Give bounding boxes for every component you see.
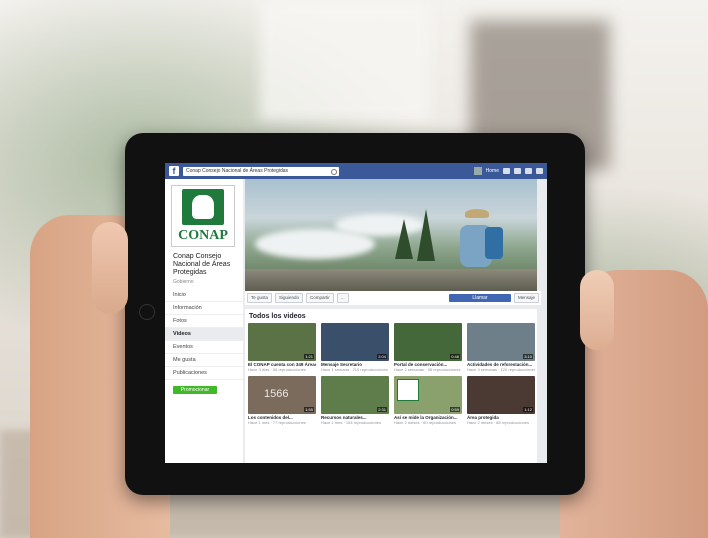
video-card[interactable]: 1566 1:55 Los contenidos del... Hace 1 m… — [248, 376, 316, 425]
video-card[interactable]: 1:21 El CONAP cuenta con 349 Áreas... Ha… — [248, 323, 316, 372]
video-thumbnail[interactable]: 0:48 — [394, 323, 462, 361]
video-thumbnail[interactable]: 1566 1:55 — [248, 376, 316, 414]
right-thumb — [580, 270, 614, 350]
friends-icon[interactable] — [503, 168, 510, 174]
menu-item-informacion[interactable]: Información — [165, 302, 243, 315]
hat — [465, 209, 489, 218]
video-thumbnail[interactable]: 1:12 — [467, 376, 535, 414]
search-text: Conap Consejo Nacional de Áreas Protegid… — [186, 167, 289, 174]
cover-photo[interactable] — [245, 179, 537, 291]
share-button[interactable]: Compartir — [306, 293, 334, 303]
settings-icon[interactable] — [536, 168, 543, 174]
video-meta: Hace 1 mes · 77 reproducciones — [248, 420, 306, 425]
liked-button[interactable]: Te gusta — [247, 293, 273, 303]
menu-item-inicio[interactable]: Inicio — [165, 289, 243, 302]
page-category: Gobierno — [173, 279, 194, 285]
backpack — [485, 227, 503, 259]
video-duration: 2:31 — [377, 407, 387, 412]
home-button[interactable] — [139, 304, 155, 320]
logo-text: CONAP — [178, 228, 228, 243]
video-meta: Hace 1 mes · 154 reproducciones — [321, 420, 382, 425]
profile-picture[interactable]: CONAP — [171, 185, 235, 247]
tree — [395, 219, 413, 259]
videos-heading: Todos los videos — [249, 313, 306, 320]
call-button[interactable]: Llamar — [448, 294, 511, 302]
video-card[interactable]: 0:48 Portal de conservación... Hace 2 se… — [394, 323, 462, 372]
menu-item-videos[interactable]: Videos — [165, 328, 243, 341]
conap-logo-icon — [397, 379, 419, 401]
tree — [417, 209, 435, 261]
video-thumbnail[interactable]: 2:04 — [321, 323, 389, 361]
promote-button[interactable]: Promocionar — [173, 386, 217, 394]
video-card[interactable]: 3:10 Actividades de reforestación... Hac… — [467, 323, 535, 372]
rocks — [245, 269, 537, 291]
video-meta: Hace 3 días · 65 reproducciones — [248, 367, 306, 372]
following-button[interactable]: Siguiendo — [275, 293, 304, 303]
video-card[interactable]: 0:59 Así se mide la Organización... Hace… — [394, 376, 462, 425]
video-duration: 3:10 — [523, 354, 533, 359]
messages-icon[interactable] — [514, 168, 521, 174]
page-actions-bar: Te gusta Siguiendo Compartir ... Llamar … — [245, 291, 541, 305]
avatar[interactable] — [473, 167, 482, 175]
video-duration: 0:48 — [450, 354, 460, 359]
video-duration: 1:21 — [304, 354, 314, 359]
facebook-page-screen: f Conap Consejo Nacional de Áreas Proteg… — [165, 163, 547, 463]
video-card[interactable]: 2:31 Recursos naturales... Hace 1 mes · … — [321, 376, 389, 425]
facebook-top-bar: f Conap Consejo Nacional de Áreas Proteg… — [165, 163, 547, 179]
video-card[interactable]: 1:12 Área protegida Hace 2 meses · 88 re… — [467, 376, 535, 425]
video-thumbnail[interactable]: 3:10 — [467, 323, 535, 361]
menu-item-eventos[interactable]: Eventos — [165, 341, 243, 354]
video-duration: 1:12 — [523, 407, 533, 412]
message-button[interactable]: Mensaje — [513, 293, 539, 303]
background-window — [260, 0, 430, 120]
top-bar-right: Home — [473, 167, 543, 175]
menu-item-me-gusta[interactable]: Me gusta — [165, 354, 243, 367]
video-meta: Hace 2 meses · 88 reproducciones — [467, 420, 530, 425]
video-duration: 2:04 — [377, 354, 387, 359]
video-card[interactable]: 2:04 Mensaje Secretario Hace 1 semana · … — [321, 323, 389, 372]
tablet-device: f Conap Consejo Nacional de Áreas Proteg… — [125, 133, 585, 495]
video-thumbnail[interactable]: 0:59 — [394, 376, 462, 414]
photo-scene: f Conap Consejo Nacional de Áreas Proteg… — [0, 0, 708, 538]
menu-item-publicaciones[interactable]: Publicaciones — [165, 367, 243, 380]
videos-grid: 1:21 El CONAP cuenta con 349 Áreas... Ha… — [245, 323, 537, 425]
video-meta: Hace 2 semanas · 98 reproducciones — [394, 367, 461, 372]
video-thumbnail[interactable]: 1:21 — [248, 323, 316, 361]
videos-section: Todos los videos 1:21 El CONAP cuenta co… — [245, 309, 537, 463]
more-button[interactable]: ... — [336, 293, 349, 303]
page-title[interactable]: Conap Consejo Nacional de Áreas Protegid… — [173, 253, 237, 277]
notifications-icon[interactable] — [525, 168, 532, 174]
video-thumbnail[interactable]: 2:31 — [321, 376, 389, 414]
conap-logo-icon — [182, 189, 224, 225]
search-input[interactable]: Conap Consejo Nacional de Áreas Protegid… — [183, 166, 339, 176]
video-duration: 1:55 — [304, 407, 314, 412]
page-sidebar: CONAP Conap Consejo Nacional de Áreas Pr… — [165, 179, 243, 463]
video-duration: 0:59 — [450, 407, 460, 412]
left-thumb — [92, 222, 128, 314]
video-meta: Hace 3 semanas · 120 reproducciones — [467, 367, 535, 372]
facebook-logo-icon[interactable]: f — [169, 166, 179, 176]
menu-item-fotos[interactable]: Fotos — [165, 315, 243, 328]
video-meta: Hace 2 meses · 60 reproducciones — [394, 420, 457, 425]
page-menu: Inicio Información Fotos Videos Eventos … — [165, 289, 243, 380]
video-meta: Hace 1 semana · 210 reproducciones — [321, 367, 388, 372]
user-name[interactable]: Home — [486, 168, 499, 174]
thumbnail-overlay-number: 1566 — [264, 388, 289, 400]
search-icon[interactable] — [331, 168, 337, 175]
